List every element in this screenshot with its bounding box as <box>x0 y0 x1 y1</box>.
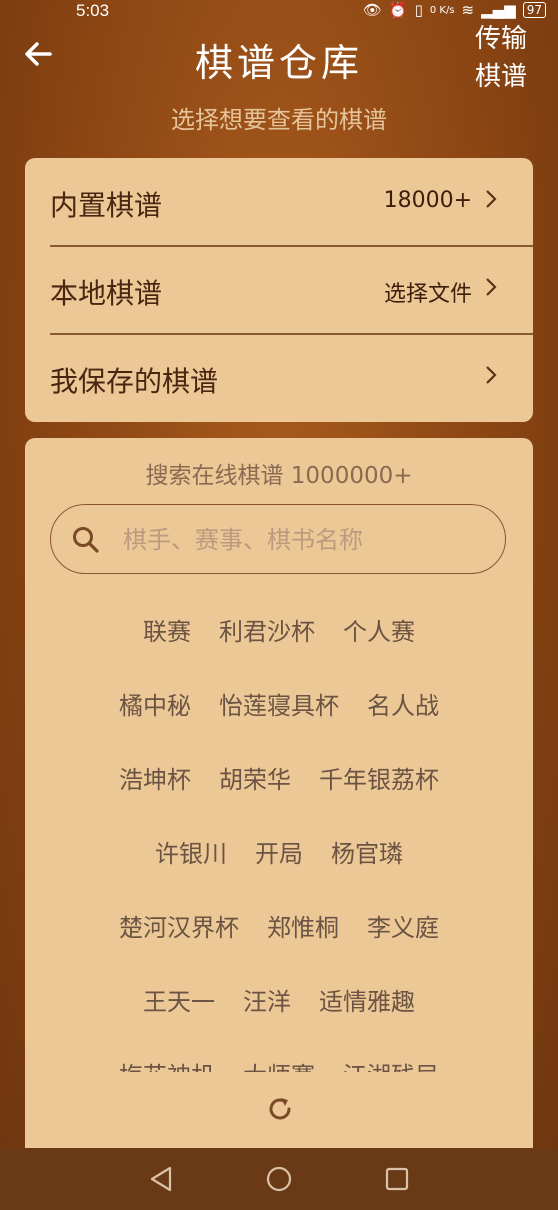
tag-cloud: 联赛 利君沙杯 个人赛 橘中秘 怡莲寝具杯 名人战 浩坤杯 胡荣华 千年银荔杯 … <box>25 610 533 1072</box>
search-box[interactable] <box>50 504 506 574</box>
tag-item[interactable]: 李义庭 <box>367 906 439 980</box>
tag-row: 楚河汉界杯 郑惟桐 李义庭 <box>25 906 533 980</box>
row-value: 选择文件 <box>383 282 472 307</box>
system-nav-bar <box>0 1148 558 1210</box>
nav-back-icon[interactable] <box>146 1164 176 1194</box>
tag-item[interactable]: 橘中秘 <box>119 684 191 758</box>
online-search-title: 搜索在线棋谱 1000000+ <box>145 463 413 489</box>
tag-item[interactable]: 千年银荔杯 <box>319 758 439 832</box>
tag-item[interactable]: 许银川 <box>155 832 227 906</box>
alarm-icon: ⏰ <box>388 1 408 19</box>
tag-item[interactable]: 王天一 <box>143 980 215 1054</box>
tag-item[interactable]: 梅花神机 <box>119 1054 215 1072</box>
tag-row: 王天一 汪洋 适情雅趣 <box>25 980 533 1054</box>
status-time: 5:03 <box>76 1 110 20</box>
chevron-right-icon <box>486 190 497 208</box>
tag-item[interactable]: 浩坤杯 <box>119 758 191 832</box>
tag-item[interactable]: 怡莲寝具杯 <box>219 684 339 758</box>
status-icons: 👁 ⏰ ▯ 0 K/s ≋ ▂▄▆ 97 <box>363 1 546 19</box>
vibrate-icon: ▯ <box>414 1 423 19</box>
local-records-row[interactable]: 本地棋谱 选择文件 <box>50 246 508 334</box>
tag-item[interactable]: 胡荣华 <box>219 758 291 832</box>
tag-row: 浩坤杯 胡荣华 千年银荔杯 <box>25 758 533 832</box>
row-label: 内置棋谱 <box>50 189 163 222</box>
network-speed: 0 K/s <box>429 4 455 16</box>
source-card: 内置棋谱 18000+ 本地棋谱 选择文件 我保存的棋谱 <box>25 158 533 422</box>
chevron-right-icon <box>486 278 497 296</box>
tag-item[interactable]: 开局 <box>255 832 303 906</box>
search-input[interactable] <box>121 520 485 560</box>
signal-icon: ▂▄▆ <box>481 1 516 19</box>
chevron-right-icon <box>486 366 497 384</box>
tag-row: 橘中秘 怡莲寝具杯 名人战 <box>25 684 533 758</box>
tag-item[interactable]: 大师赛 <box>243 1054 315 1072</box>
tag-item[interactable]: 汪洋 <box>243 980 291 1054</box>
tag-item[interactable]: 楚河汉界杯 <box>119 906 239 980</box>
tag-item[interactable]: 联赛 <box>143 610 191 684</box>
row-label: 本地棋谱 <box>50 277 163 310</box>
tag-row: 梅花神机 大师赛 江湖残局 <box>25 1054 533 1072</box>
tag-item[interactable]: 利君沙杯 <box>219 610 315 684</box>
search-icon <box>73 527 99 553</box>
nav-recents-icon[interactable] <box>382 1164 412 1194</box>
tag-row: 联赛 利君沙杯 个人赛 <box>25 610 533 684</box>
tag-item[interactable]: 江湖残局 <box>343 1054 439 1072</box>
refresh-icon[interactable] <box>265 1094 295 1124</box>
eye-icon: 👁 <box>362 1 382 19</box>
wifi-icon: ≋ <box>461 1 475 19</box>
saved-records-row[interactable]: 我保存的棋谱 <box>50 334 508 422</box>
page-subtitle: 选择想要查看的棋谱 <box>171 106 387 134</box>
builtin-records-row[interactable]: 内置棋谱 18000+ <box>50 158 508 246</box>
online-search-card: 搜索在线棋谱 1000000+ 联赛 利君沙杯 个人赛 橘中秘 怡莲寝具杯 名人… <box>25 438 533 1160</box>
nav-home-icon[interactable] <box>264 1164 294 1194</box>
battery-icon: 97 <box>522 2 546 18</box>
tag-item[interactable]: 杨官璘 <box>331 832 403 906</box>
tag-row: 许银川 开局 杨官璘 <box>25 832 533 906</box>
tag-item[interactable]: 名人战 <box>367 684 439 758</box>
row-label: 我保存的棋谱 <box>50 365 219 398</box>
tag-item[interactable]: 个人赛 <box>343 610 415 684</box>
tag-item[interactable]: 郑惟桐 <box>267 906 339 980</box>
tag-item[interactable]: 适情雅趣 <box>319 980 415 1054</box>
transfer-button[interactable]: 传输棋谱 <box>470 20 532 96</box>
row-value: 18000+ <box>383 188 472 213</box>
